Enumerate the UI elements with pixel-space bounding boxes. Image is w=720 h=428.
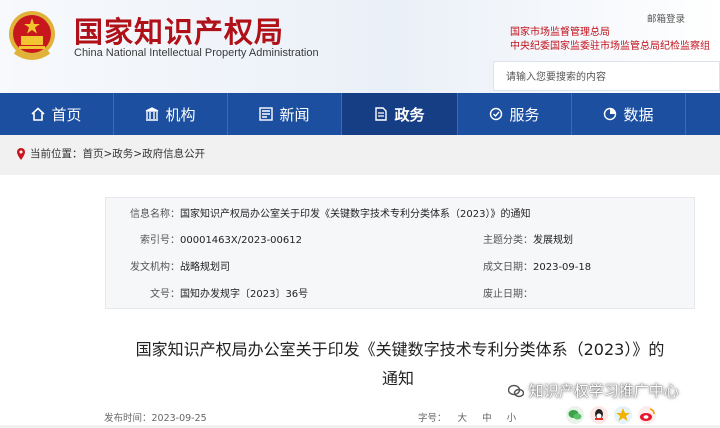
font-size-small[interactable]: 小 xyxy=(507,413,517,424)
nav-label: 机构 xyxy=(165,105,196,124)
watermark: 知识产权学习推广中心 xyxy=(507,380,679,401)
topic-value: 发展规划 xyxy=(533,235,573,246)
related-link-discipline[interactable]: 中央纪委国家监委驻市场监管总局纪检监察组 xyxy=(510,40,710,54)
main-nav: 首页 机构 新闻 政务 服务 数据 xyxy=(0,93,720,135)
home-icon xyxy=(31,107,46,121)
docno-label: 文号： xyxy=(150,289,180,300)
watermark-text: 知识产权学习推广中心 xyxy=(528,382,679,400)
article-title-line1: 国家知识产权局办公室关于印发《关键数字技术专利分类体系（2023）》的 xyxy=(135,340,665,359)
info-name-value: 国家知识产权局办公室关于印发《关键数字技术专利分类体系（2023）》的通知 xyxy=(180,209,531,220)
share-wechat-icon[interactable] xyxy=(566,406,584,424)
search-input[interactable] xyxy=(494,62,718,92)
expire-label: 废止日期： xyxy=(483,289,533,300)
info-name-label: 信息名称： xyxy=(130,209,180,220)
index-label: 索引号： xyxy=(140,235,180,246)
related-links: 国家市场监督管理总局 中央纪委国家监委驻市场监管总局纪检监察组 xyxy=(510,26,710,54)
font-size-large[interactable]: 大 xyxy=(458,413,468,424)
org-value: 战略规划司 xyxy=(180,262,230,273)
topic-label: 主题分类： xyxy=(483,235,533,246)
share-qzone-icon[interactable] xyxy=(614,406,632,424)
nav-item-home[interactable]: 首页 xyxy=(0,93,114,135)
nav-label: 政务 xyxy=(394,105,425,124)
site-title[interactable]: 国家知识产权局 xyxy=(74,9,284,51)
share-weibo-icon[interactable] xyxy=(638,406,656,424)
nav-label: 数据 xyxy=(623,105,654,124)
nav-item-news[interactable]: 新闻 xyxy=(228,93,342,135)
nav-item-org[interactable]: 机构 xyxy=(114,93,228,135)
nav-item-data[interactable]: 数据 xyxy=(572,93,686,135)
site-subtitle: China National Intellectual Property Adm… xyxy=(74,47,319,59)
date-label: 成文日期： xyxy=(483,262,533,273)
search-box xyxy=(493,61,720,92)
document-icon xyxy=(375,107,388,121)
service-icon xyxy=(490,107,503,121)
font-size-medium[interactable]: 中 xyxy=(482,413,492,424)
font-size-control: 字号： 大 中 小 xyxy=(418,410,516,424)
breadcrumb-path[interactable]: 首页>政务>政府信息公开 xyxy=(83,146,206,161)
wechat-icon xyxy=(507,384,525,398)
site-header: 国家知识产权局 China National Intellectual Prop… xyxy=(0,0,720,93)
nav-label: 新闻 xyxy=(279,105,310,124)
date-value: 2023-09-18 xyxy=(533,262,592,273)
data-icon xyxy=(604,107,617,121)
top-links: 邮箱登录 xyxy=(647,11,697,25)
org-label: 发文机构： xyxy=(130,262,180,273)
nav-item-service[interactable]: 服务 xyxy=(458,93,572,135)
breadcrumb: 当前位置： 首页>政务>政府信息公开 xyxy=(0,135,720,172)
publish-time: 发布时间：2023-09-25 xyxy=(104,413,207,424)
font-size-label: 字号： xyxy=(418,413,447,424)
building-icon xyxy=(146,107,159,121)
info-table: 信息名称：国家知识产权局办公室关于印发《关键数字技术专利分类体系（2023）》的… xyxy=(105,197,695,309)
national-emblem-icon[interactable] xyxy=(7,8,57,62)
breadcrumb-prefix: 当前位置： xyxy=(30,148,83,160)
share-qq-icon[interactable] xyxy=(590,406,608,424)
newspaper-icon xyxy=(259,107,274,121)
docno-value: 国知办发规字〔2023〕36号 xyxy=(180,289,309,300)
nav-label: 服务 xyxy=(509,105,540,124)
related-link-samr[interactable]: 国家市场监督管理总局 xyxy=(510,26,710,40)
nav-item-affairs[interactable]: 政务 xyxy=(342,93,458,135)
index-value: 00001463X/2023-00612 xyxy=(180,235,302,246)
nav-label: 首页 xyxy=(51,105,82,124)
location-pin-icon xyxy=(17,147,25,160)
mail-login-link[interactable]: 邮箱登录 xyxy=(647,14,685,25)
